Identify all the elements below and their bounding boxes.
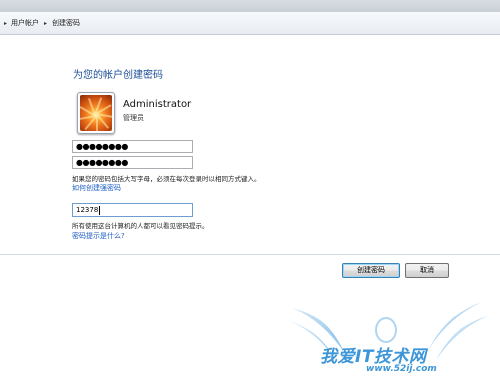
divider: [0, 254, 500, 255]
password-hint-value: 12378: [76, 206, 99, 214]
breadcrumb-chevron-icon[interactable]: ▸: [4, 20, 7, 27]
watermark-url: www.52ij.com: [366, 364, 437, 374]
new-password-field[interactable]: ●●●●●●●●: [72, 140, 193, 153]
caps-note: 如果您的密码包括大写字母，必须在每次登录时以相同方式键入。: [72, 175, 261, 183]
window-top-strip: [0, 0, 500, 12]
strong-password-link[interactable]: 如何创建强密码: [72, 183, 121, 193]
cancel-button[interactable]: 取消: [405, 263, 449, 278]
create-password-button[interactable]: 创建密码: [342, 263, 400, 278]
password-hint-field[interactable]: 12378: [72, 203, 193, 217]
user-avatar: [77, 92, 115, 134]
hint-note: 所有使用这台计算机的人都可以看见密码提示。: [72, 222, 209, 230]
breadcrumb-item-create-password[interactable]: 创建密码: [52, 18, 80, 28]
flower-picture-icon: [80, 95, 112, 131]
confirm-password-field[interactable]: ●●●●●●●●: [72, 156, 193, 169]
breadcrumb-item-user-accounts[interactable]: 用户帐户: [11, 18, 39, 28]
text-caret: [99, 205, 101, 215]
address-bar: ▸ 用户帐户 ▸ 创建密码: [0, 12, 500, 35]
user-role: 管理员: [123, 114, 144, 122]
user-name: Administrator: [123, 99, 192, 110]
breadcrumb-chevron-icon[interactable]: ▸: [44, 20, 47, 27]
page-title: 为您的帐户创建密码: [73, 70, 163, 81]
what-is-hint-link[interactable]: 密码提示是什么?: [72, 231, 125, 241]
